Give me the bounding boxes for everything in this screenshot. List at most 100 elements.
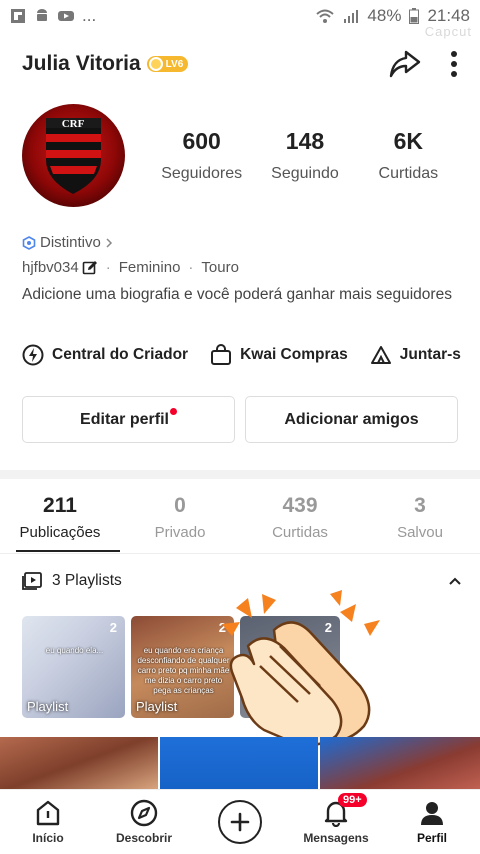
bottom-nav: Início Descobrir 99+ Mensagens Perfil bbox=[0, 789, 480, 854]
stat-followers[interactable]: 600 Seguidores bbox=[150, 128, 253, 183]
video-thumbnail[interactable] bbox=[0, 737, 158, 789]
playlist-label: Playlist bbox=[27, 699, 69, 714]
video-thumbnail[interactable] bbox=[320, 737, 480, 789]
tabs-divider bbox=[0, 553, 480, 554]
username: hjfbv034 bbox=[22, 259, 79, 276]
profile-header: Julia Vitoria LV6 bbox=[0, 40, 480, 88]
playlist-label: Playlist bbox=[136, 699, 178, 714]
tab-count: 439 bbox=[282, 494, 318, 517]
shortcuts-row: Central do Criador Kwai Compras Juntar-s bbox=[22, 344, 461, 366]
signal-icon bbox=[344, 10, 359, 23]
club-crest-icon: CRF bbox=[46, 118, 101, 194]
tab-posts[interactable]: 211 Publicações bbox=[0, 494, 120, 541]
chevron-right-icon bbox=[106, 237, 112, 248]
distintivo-link[interactable]: Distintivo bbox=[22, 234, 113, 251]
active-tab-indicator bbox=[16, 550, 120, 552]
avatar[interactable]: CRF bbox=[22, 104, 125, 207]
gender: Feminino bbox=[118, 259, 181, 276]
profile-tabs: 211 Publicações 0 Privado 439 Curtidas 3… bbox=[0, 494, 480, 541]
playlist-thumbnail[interactable]: 2 eu quando ela... Playlist bbox=[22, 616, 125, 718]
profile-meta: hjfbv034 · Feminino · Touro bbox=[22, 259, 239, 276]
playlist-caption: eu quando ela... bbox=[45, 646, 104, 655]
profile-name: Julia Vitoria bbox=[22, 52, 141, 75]
edit-profile-label: Editar perfil bbox=[80, 410, 169, 428]
coin-icon bbox=[148, 57, 163, 71]
shortcut-label: Kwai Compras bbox=[240, 346, 348, 363]
more-vertical-icon[interactable] bbox=[450, 50, 458, 78]
share-icon[interactable] bbox=[388, 49, 422, 79]
android-icon bbox=[37, 9, 47, 21]
level-badge[interactable]: LV6 bbox=[146, 56, 189, 72]
youtube-icon bbox=[58, 11, 74, 21]
clapping-hands-sticker-icon bbox=[222, 590, 380, 747]
separator-dot: · bbox=[188, 259, 194, 276]
section-separator bbox=[0, 470, 480, 479]
nav-create[interactable] bbox=[192, 800, 288, 844]
level-text: LV6 bbox=[165, 58, 184, 70]
tab-label: Salvou bbox=[397, 524, 443, 541]
status-bar: ... 48% 21:48 bbox=[0, 0, 480, 32]
separator-dot: · bbox=[105, 259, 111, 276]
tab-label: Curtidas bbox=[272, 524, 328, 541]
status-ellipsis: ... bbox=[82, 6, 97, 25]
shortcut-label: Central do Criador bbox=[52, 346, 189, 363]
nav-label: Perfil bbox=[416, 831, 447, 845]
tab-label: Publicações bbox=[19, 524, 101, 541]
wifi-icon bbox=[316, 9, 335, 23]
stat-label: Curtidas bbox=[378, 165, 439, 182]
shortcut-kwai-shopping[interactable]: Kwai Compras bbox=[210, 344, 348, 366]
playlists-title: 3 Playlists bbox=[52, 572, 122, 589]
stat-value: 6K bbox=[393, 128, 424, 154]
clock: 21:48 bbox=[427, 6, 470, 25]
shortcut-creator-center[interactable]: Central do Criador bbox=[22, 344, 188, 366]
edit-profile-button[interactable]: Editar perfil bbox=[22, 396, 235, 443]
nav-home[interactable]: Início bbox=[0, 799, 96, 845]
tent-icon bbox=[370, 346, 391, 364]
shopping-bag-icon bbox=[211, 344, 232, 365]
add-friends-label: Adicionar amigos bbox=[284, 410, 419, 428]
stat-label: Seguindo bbox=[271, 165, 339, 182]
flipboard-icon bbox=[11, 9, 25, 23]
nav-messages[interactable]: 99+ Mensagens bbox=[288, 793, 384, 845]
watermark: Capcut bbox=[424, 24, 472, 39]
nav-label: Mensagens bbox=[303, 831, 369, 845]
distintivo-label: Distintivo bbox=[40, 234, 101, 251]
tab-saved[interactable]: 3 Salvou bbox=[360, 494, 480, 541]
tab-likes[interactable]: 439 Curtidas bbox=[240, 494, 360, 541]
notification-dot bbox=[169, 408, 177, 415]
shortcut-join[interactable]: Juntar-s bbox=[370, 344, 461, 366]
tab-private[interactable]: 0 Privado bbox=[120, 494, 240, 541]
stat-likes[interactable]: 6K Curtidas bbox=[357, 128, 460, 183]
tab-label: Privado bbox=[154, 524, 206, 541]
hexagon-badge-icon bbox=[22, 235, 36, 250]
home-icon bbox=[36, 800, 60, 826]
playlist-icon bbox=[22, 572, 42, 590]
nav-label: Início bbox=[32, 831, 64, 845]
stat-value: 148 bbox=[285, 128, 325, 154]
stat-following[interactable]: 148 Seguindo bbox=[253, 128, 356, 183]
nav-discover[interactable]: Descobrir bbox=[96, 799, 192, 845]
bio-text[interactable]: Adicione uma biografia e você poderá gan… bbox=[22, 285, 452, 304]
edit-icon[interactable] bbox=[82, 260, 98, 276]
chevron-up-icon[interactable] bbox=[448, 576, 462, 586]
shortcut-label: Juntar-s bbox=[399, 346, 461, 363]
nav-profile[interactable]: Perfil bbox=[384, 799, 480, 845]
person-icon bbox=[421, 802, 443, 825]
profile-stats: 600 Seguidores 148 Seguindo 6K Curtidas bbox=[150, 128, 460, 183]
messages-badge: 99+ bbox=[338, 793, 367, 807]
stat-value: 600 bbox=[182, 128, 221, 154]
playlist-count: 2 bbox=[109, 620, 117, 635]
nav-label: Descobrir bbox=[115, 831, 173, 845]
tab-count: 0 bbox=[174, 494, 186, 517]
tab-count: 3 bbox=[414, 494, 426, 517]
lightning-icon bbox=[22, 344, 44, 366]
zodiac-sign: Touro bbox=[201, 259, 239, 276]
compass-icon bbox=[130, 799, 158, 827]
tab-count: 211 bbox=[43, 494, 77, 517]
add-friends-button[interactable]: Adicionar amigos bbox=[245, 396, 458, 443]
battery-percent: 48% bbox=[367, 6, 402, 25]
battery-icon bbox=[409, 8, 420, 24]
playlists-header[interactable]: 3 Playlists bbox=[22, 572, 462, 590]
plus-icon bbox=[218, 800, 262, 844]
video-thumbnail[interactable] bbox=[160, 737, 318, 789]
